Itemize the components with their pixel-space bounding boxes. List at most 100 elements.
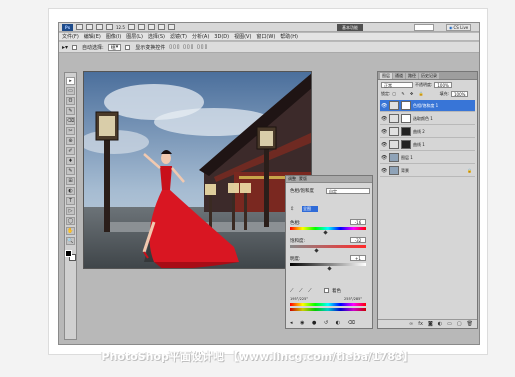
tool-button-icon[interactable]: ◐ [66, 187, 75, 195]
options-bar: ▸▾ 自动选择: 组 ▾ 显示变换控件 ▯▯▯ ▯▯▯ ▯▯▯ [59, 42, 479, 53]
new-adjustment-icon[interactable]: ◐ [438, 321, 442, 327]
foreground-color-swatch[interactable] [65, 250, 72, 257]
menu-item[interactable]: 图像(I) [106, 33, 121, 40]
search-input[interactable] [414, 24, 434, 31]
tool-button-icon[interactable]: ✎ [66, 167, 75, 175]
delete-layer-icon[interactable]: 🗑 [467, 321, 473, 327]
tool-button-icon[interactable]: ✐ [66, 147, 75, 155]
tab-masks[interactable]: 蒙版 [299, 176, 307, 182]
eye-icon[interactable]: 👁 [381, 168, 387, 174]
hand-target-icon[interactable]: ⇳ [290, 206, 294, 212]
tab-layers-panel[interactable]: 图层 [380, 73, 392, 79]
fill-input[interactable]: 100% [451, 90, 469, 97]
layer-mask-thumbnail[interactable] [401, 127, 411, 136]
tool-button-icon[interactable]: ✂ [66, 127, 75, 135]
lightness-input[interactable]: +1 [350, 255, 366, 261]
view-extras-icon[interactable] [96, 24, 103, 30]
cs-live-button[interactable]: ◉ CS Live [446, 24, 472, 31]
adjustments-footer-icons[interactable]: ◂ ◉ ● ↺ ◐ ⌫ [290, 320, 358, 326]
adjustment-thumbnail-icon [389, 140, 399, 149]
tool-button-icon[interactable]: ♦ [66, 157, 75, 165]
tool-button-icon[interactable]: T [66, 197, 75, 205]
menu-item[interactable]: 选择(S) [148, 33, 165, 40]
layer-row[interactable]: 👁 色相/饱和度 1 [380, 100, 475, 112]
new-layer-icon[interactable]: ▢ [457, 321, 462, 327]
layer-mask-thumbnail[interactable] [401, 140, 411, 149]
tab-layers-panel[interactable]: 历史记录 [419, 73, 439, 79]
tool-button-icon[interactable]: ✋ [66, 227, 75, 235]
saturation-slider-handle[interactable] [314, 248, 319, 253]
menu-item[interactable]: 窗口(W) [256, 33, 275, 40]
blend-mode-dropdown[interactable]: 正常 [381, 81, 413, 88]
zoom-level[interactable]: 12.5 [116, 25, 125, 30]
menu-item[interactable]: 编辑(E) [84, 33, 101, 40]
tool-button-icon[interactable]: ✎ [66, 107, 75, 115]
tool-button-icon[interactable]: ⌫ [66, 117, 75, 125]
tab-layers-panel[interactable]: 路径 [406, 73, 418, 79]
saturation-slider[interactable] [290, 245, 366, 248]
eye-icon[interactable]: 👁 [381, 155, 387, 161]
menu-item[interactable]: 文件(F) [62, 33, 79, 40]
tab-adjustments[interactable]: 调整 [288, 176, 296, 182]
auto-select-checkbox[interactable] [72, 44, 78, 50]
hue-input[interactable]: -16 [350, 219, 366, 225]
document-canvas[interactable] [83, 71, 312, 269]
new-group-icon[interactable]: ▭ [447, 321, 452, 327]
menu-item[interactable]: 滤镜(T) [170, 33, 187, 40]
tool-button-icon[interactable]: ◯ [66, 217, 75, 225]
layer-row[interactable]: 👁 背景 🔒 [380, 165, 475, 177]
eye-icon[interactable]: 👁 [381, 129, 387, 135]
color-swatches[interactable] [65, 250, 76, 261]
bridge-icon[interactable] [76, 24, 83, 30]
layer-style-icon[interactable]: fx [418, 321, 423, 327]
eye-icon[interactable]: 👁 [381, 103, 387, 109]
lightness-slider[interactable] [290, 263, 366, 266]
colorize-checkbox[interactable] [324, 288, 329, 293]
preset-dropdown[interactable]: 自定 [326, 188, 370, 194]
lock-icons[interactable]: ▢ ✎ ✥ 🔒 [392, 91, 425, 96]
arrange-documents-icon[interactable] [157, 24, 165, 30]
minibridge-icon[interactable] [86, 24, 93, 30]
saturation-input[interactable]: -32 [350, 237, 366, 243]
tool-button-icon[interactable]: ⊞ [66, 177, 75, 185]
hand-icon[interactable] [127, 24, 135, 30]
eye-icon[interactable]: 👁 [381, 116, 387, 122]
menu-item[interactable]: 图层(L) [126, 33, 143, 40]
opacity-input[interactable]: 100% [434, 81, 452, 88]
tool-button-icon[interactable]: ▭ [66, 87, 75, 95]
hue-slider[interactable] [290, 227, 366, 230]
align-icons[interactable]: ▯▯▯ ▯▯▯ ▯▯▯ [169, 44, 208, 50]
layer-row[interactable]: 👁 图层 1 [380, 152, 475, 164]
range-spectrum-bottom[interactable] [290, 308, 366, 311]
add-mask-icon[interactable]: ◙ [428, 321, 433, 327]
essentials-button[interactable]: 基本功能 [337, 24, 363, 31]
tool-button-icon[interactable]: ▷ [66, 207, 75, 215]
lightness-slider-handle[interactable] [326, 266, 332, 271]
tab-layers-panel[interactable]: 通道 [393, 73, 405, 79]
show-transform-checkbox[interactable] [125, 44, 131, 50]
tool-button-icon[interactable]: ⊕ [66, 137, 75, 145]
tool-button-icon[interactable]: ʘ [66, 97, 75, 105]
layer-mask-thumbnail[interactable] [401, 114, 411, 123]
menu-item[interactable]: 视图(V) [234, 33, 251, 40]
link-layers-icon[interactable]: ∞ [409, 321, 413, 327]
menu-item[interactable]: 帮助(H) [280, 33, 298, 40]
move-tool-preset-icon[interactable]: ▸▾ [62, 44, 68, 51]
hue-slider-handle[interactable] [323, 230, 328, 235]
screen-mode-icon[interactable] [167, 24, 175, 30]
rotate-view-icon[interactable] [147, 24, 155, 30]
tool-button-icon[interactable]: ▸ [66, 77, 75, 85]
zoom-level-icon[interactable] [106, 24, 113, 30]
auto-select-dropdown[interactable]: 组 ▾ [107, 43, 122, 51]
menu-item[interactable]: 分析(A) [192, 33, 209, 40]
eye-icon[interactable]: 👁 [381, 142, 387, 148]
layer-row[interactable]: 👁 曲线 2 [380, 126, 475, 138]
layer-row[interactable]: 👁 选取颜色 1 [380, 113, 475, 125]
layer-row[interactable]: 👁 曲线 1 [380, 139, 475, 151]
zoom-icon[interactable] [137, 24, 145, 30]
tool-button-icon[interactable]: 🔍 [66, 237, 75, 245]
channel-dropdown[interactable]: 全图 [302, 206, 318, 212]
layer-mask-thumbnail[interactable] [401, 101, 411, 110]
menu-item[interactable]: 3D(D) [214, 34, 229, 40]
eyedropper-icons[interactable]: ⟋ ⟋ ⟋ [290, 288, 314, 294]
